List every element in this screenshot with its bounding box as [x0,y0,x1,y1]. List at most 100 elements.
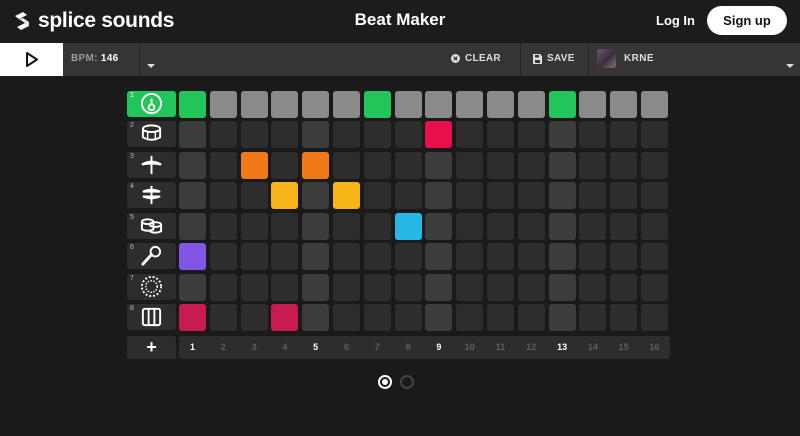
step-cell[interactable] [548,182,576,209]
step-cell[interactable] [302,91,330,118]
step-cell[interactable] [363,213,391,240]
bpm-dropdown-caret-icon[interactable] [147,56,155,74]
step-cell-active[interactable] [179,91,206,118]
step-cell[interactable] [240,182,268,209]
step-cell[interactable] [209,213,237,240]
step-cell[interactable] [517,213,545,240]
step-cell[interactable] [302,243,330,270]
step-cell[interactable] [333,213,360,240]
step-cell[interactable] [302,121,330,148]
instrument-button[interactable]: 3 [127,152,176,178]
step-cell[interactable] [209,243,237,270]
step-cell[interactable] [333,152,360,179]
step-cell[interactable] [517,304,545,331]
step-cell[interactable] [209,152,237,179]
step-cell[interactable] [610,304,638,331]
step-cell-active[interactable] [240,152,268,179]
step-cell[interactable] [425,213,453,240]
step-cell[interactable] [271,91,299,118]
step-cell[interactable] [548,304,576,331]
step-cell[interactable] [179,182,206,209]
step-cell[interactable] [487,274,514,301]
step-cell[interactable] [179,274,206,301]
play-button[interactable] [0,43,63,76]
step-cell[interactable] [641,243,668,270]
step-cell[interactable] [487,121,514,148]
step-cell[interactable] [333,243,360,270]
step-cell[interactable] [641,213,668,240]
step-cell[interactable] [610,152,638,179]
step-cell[interactable] [425,152,453,179]
step-cell-active[interactable] [425,121,453,148]
step-cell[interactable] [456,91,484,118]
step-cell[interactable] [579,304,607,331]
step-cell[interactable] [610,182,638,209]
step-cell[interactable] [579,121,607,148]
step-cell[interactable] [487,213,514,240]
step-cell[interactable] [302,182,330,209]
step-cell[interactable] [579,274,607,301]
instrument-button[interactable]: 5 [127,213,176,239]
step-cell[interactable] [610,91,638,118]
step-cell[interactable] [641,304,668,331]
step-cell[interactable] [456,243,484,270]
step-cell[interactable] [240,121,268,148]
step-cell[interactable] [579,182,607,209]
step-cell[interactable] [394,121,422,148]
step-cell[interactable] [363,121,391,148]
step-cell[interactable] [487,152,514,179]
step-cell[interactable] [209,121,237,148]
step-cell[interactable] [240,91,268,118]
step-cell[interactable] [271,243,299,270]
save-button[interactable]: SAVE [533,53,575,64]
add-instrument-button[interactable]: + [127,336,176,359]
bpm-display[interactable]: BPM: 146 [71,53,118,64]
login-link[interactable]: Log In [656,13,695,28]
step-cell[interactable] [641,182,668,209]
step-cell[interactable] [425,304,453,331]
clear-button[interactable]: CLEAR [451,53,501,64]
step-cell[interactable] [579,213,607,240]
instrument-button[interactable]: 7 [127,274,176,300]
instrument-button[interactable]: 6 [127,243,176,269]
step-cell[interactable] [487,91,514,118]
step-cell[interactable] [240,213,268,240]
step-cell[interactable] [209,304,237,331]
step-cell[interactable] [425,274,453,301]
step-cell[interactable] [610,274,638,301]
step-cell[interactable] [209,182,237,209]
step-cell[interactable] [363,182,391,209]
step-cell[interactable] [548,213,576,240]
step-cell[interactable] [394,182,422,209]
step-cell[interactable] [425,91,453,118]
step-cell[interactable] [363,304,391,331]
step-cell[interactable] [302,274,330,301]
step-cell[interactable] [209,91,237,118]
step-cell[interactable] [394,274,422,301]
step-cell[interactable] [456,121,484,148]
step-cell[interactable] [302,304,330,331]
step-cell[interactable] [394,152,422,179]
step-cell[interactable] [487,182,514,209]
step-cell[interactable] [425,243,453,270]
kit-selector[interactable]: KRNE [597,49,654,68]
step-cell[interactable] [209,274,237,301]
step-cell[interactable] [363,243,391,270]
step-cell[interactable] [517,91,545,118]
step-cell[interactable] [579,152,607,179]
step-cell-active[interactable] [548,91,576,118]
page-dot[interactable] [400,375,414,389]
step-cell[interactable] [456,182,484,209]
step-cell[interactable] [456,304,484,331]
step-cell[interactable] [548,274,576,301]
step-cell-active[interactable] [363,91,391,118]
step-cell-active[interactable] [179,304,206,331]
step-cell[interactable] [641,91,668,118]
step-cell[interactable] [271,152,299,179]
step-cell[interactable] [394,91,422,118]
step-cell[interactable] [610,121,638,148]
signup-button[interactable]: Sign up [707,6,787,35]
step-cell[interactable] [363,152,391,179]
step-cell[interactable] [333,274,360,301]
step-cell[interactable] [363,274,391,301]
